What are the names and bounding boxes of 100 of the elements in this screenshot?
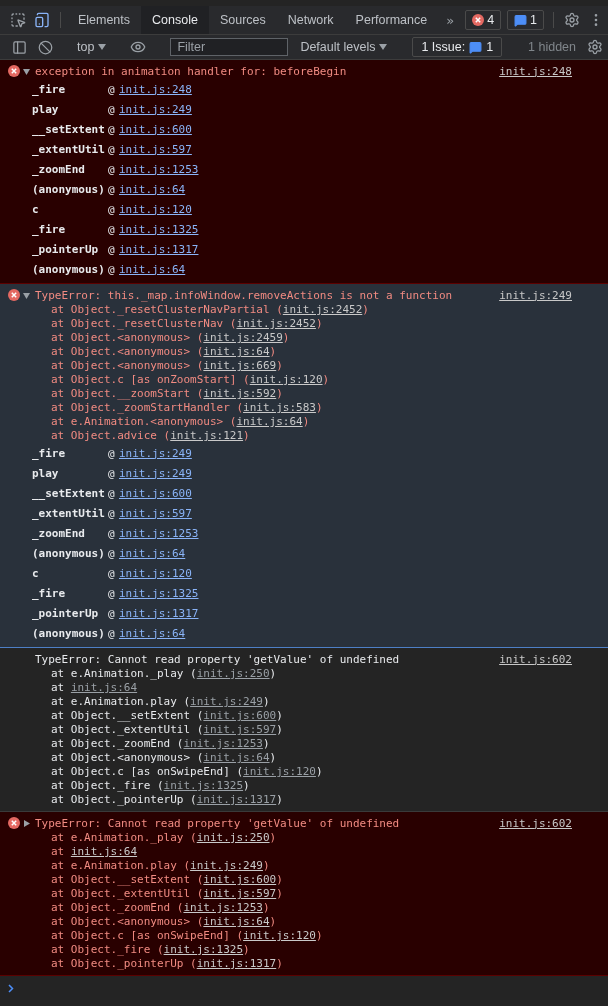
frame-link[interactable]: init.js:64 xyxy=(119,546,186,560)
stack-link[interactable]: init.js:120 xyxy=(243,765,316,778)
at-symbol: @ xyxy=(108,202,116,216)
expand-caret-icon[interactable] xyxy=(23,819,30,827)
at-symbol: @ xyxy=(108,222,116,236)
source-link[interactable]: init.js:602 xyxy=(499,816,572,830)
at-symbol: @ xyxy=(108,606,116,620)
frame-link[interactable]: init.js:1317 xyxy=(119,606,199,620)
issues-button[interactable]: 1 Issue: 1 xyxy=(412,37,503,57)
panel-tab[interactable]: Performance xyxy=(344,6,439,34)
stack-line: at Object._extentUtil (init.js:597) xyxy=(50,887,284,901)
frame-name: _zoomEnd xyxy=(32,526,86,540)
frame-link[interactable]: init.js:120 xyxy=(119,202,192,216)
stack-link[interactable]: init.js:64 xyxy=(70,845,138,858)
message-count-badge[interactable]: 1 xyxy=(507,10,545,30)
stack-link[interactable]: init.js:64 xyxy=(203,915,270,928)
message-text: TypeError: Cannot read property 'getValue' of undefined xyxy=(35,816,401,830)
stack-link[interactable]: init.js:597 xyxy=(203,887,277,900)
stack-link[interactable]: init.js:121 xyxy=(170,429,244,442)
console-message[interactable] xyxy=(0,284,608,648)
at-symbol: @ xyxy=(108,82,116,96)
stack-line: at Object._zoomEnd (init.js:1253) xyxy=(50,901,271,915)
stack-link[interactable]: init.js:1317 xyxy=(196,957,277,970)
stack-line: at Object.<anonymous> (init.js:669) xyxy=(50,359,284,373)
message-text: TypeError: this._map.infoWindow.removeActions is not a function xyxy=(35,288,454,302)
error-icon xyxy=(8,817,20,829)
frame-link[interactable]: init.js:249 xyxy=(119,102,192,116)
error-count-badge[interactable]: 4 xyxy=(465,10,502,30)
frame-link[interactable]: init.js:249 xyxy=(119,466,192,480)
frame-link[interactable]: init.js:248 xyxy=(119,82,192,96)
at-symbol: @ xyxy=(108,446,116,460)
stack-line: at e.Animation.<anonymous> (init.js:64) xyxy=(50,415,311,429)
frame-name: (anonymous) xyxy=(32,626,106,640)
frame-link[interactable]: init.js:1325 xyxy=(119,222,199,236)
frame-link[interactable]: init.js:1325 xyxy=(119,586,199,600)
frame-link[interactable]: init.js:600 xyxy=(119,486,192,500)
panel-tab[interactable]: Network xyxy=(276,6,345,34)
stack-link[interactable]: init.js:120 xyxy=(243,929,316,942)
source-link[interactable]: init.js:249 xyxy=(499,288,572,302)
stack-link[interactable]: init.js:669 xyxy=(203,359,277,372)
stack-link[interactable]: init.js:597 xyxy=(203,723,277,736)
stack-link[interactable]: init.js:64 xyxy=(236,415,303,428)
stack-line: at Object.__zoomStart (init.js:592) xyxy=(50,387,284,401)
stack-link[interactable]: init.js:2459 xyxy=(203,331,283,344)
stack-link[interactable]: init.js:600 xyxy=(203,873,277,886)
stack-link[interactable]: init.js:2452 xyxy=(236,317,316,330)
stack-line: at Object.<anonymous> (init.js:64) xyxy=(50,751,278,765)
message-icon xyxy=(469,40,483,54)
frame-name: c xyxy=(32,202,40,216)
stack-link[interactable]: init.js:1317 xyxy=(196,793,277,806)
stack-link[interactable]: init.js:250 xyxy=(196,667,270,680)
frame-link[interactable]: init.js:64 xyxy=(119,262,186,276)
frame-link[interactable]: init.js:600 xyxy=(119,122,192,136)
expand-caret-icon[interactable] xyxy=(23,67,30,75)
stack-link[interactable]: init.js:1325 xyxy=(163,943,244,956)
levels-dropdown[interactable]: Default levels xyxy=(294,40,394,54)
panel-tab[interactable]: Console xyxy=(141,6,209,34)
frame-link[interactable]: init.js:249 xyxy=(119,446,192,460)
expand-caret-icon[interactable] xyxy=(23,291,30,299)
stack-link[interactable]: init.js:2452 xyxy=(282,303,363,316)
frame-link[interactable]: init.js:1253 xyxy=(119,162,199,176)
stack-line: at Object._extentUtil (init.js:597) xyxy=(50,723,284,737)
frame-link[interactable]: init.js:597 xyxy=(119,506,192,520)
stack-link[interactable]: init.js:64 xyxy=(203,345,270,358)
context-dropdown[interactable]: top xyxy=(71,40,113,54)
frame-link[interactable]: init.js:64 xyxy=(119,182,186,196)
stack-link[interactable]: init.js:600 xyxy=(203,709,277,722)
frame-link[interactable]: init.js:64 xyxy=(119,626,186,640)
source-link[interactable]: init.js:248 xyxy=(499,64,572,78)
stack-link[interactable]: init.js:249 xyxy=(190,859,263,872)
stack-link[interactable]: init.js:249 xyxy=(190,695,263,708)
more-tabs-button[interactable]: » xyxy=(438,6,463,34)
stack-link[interactable]: init.js:592 xyxy=(203,387,277,400)
error-icon xyxy=(472,14,485,26)
stack-link[interactable]: init.js:1253 xyxy=(183,737,263,750)
stack-link[interactable]: init.js:1325 xyxy=(163,779,244,792)
stack-line: at Object._zoomEnd (init.js:1253) xyxy=(50,737,271,751)
frame-name: _fire xyxy=(32,82,67,96)
stack-link[interactable]: init.js:64 xyxy=(70,681,138,694)
panel-tab[interactable]: Sources xyxy=(208,6,277,34)
stack-link[interactable]: init.js:250 xyxy=(196,831,270,844)
at-symbol: @ xyxy=(108,242,116,256)
stack-link[interactable]: init.js:64 xyxy=(203,751,270,764)
stack-link[interactable]: init.js:120 xyxy=(249,373,323,386)
frame-name: _pointerUp xyxy=(32,242,100,256)
at-symbol: @ xyxy=(108,122,116,136)
frame-link[interactable]: init.js:1253 xyxy=(119,526,199,540)
source-link[interactable]: init.js:602 xyxy=(499,652,572,666)
console-message[interactable] xyxy=(0,812,608,976)
frame-link[interactable]: init.js:1317 xyxy=(119,242,199,256)
frame-link[interactable]: init.js:597 xyxy=(119,142,192,156)
stack-link[interactable]: init.js:1253 xyxy=(183,901,263,914)
filter-field[interactable]: Filter xyxy=(170,38,289,56)
frame-name: c xyxy=(32,566,40,580)
console-message[interactable] xyxy=(0,60,608,284)
frame-link[interactable]: init.js:120 xyxy=(119,566,192,580)
stack-link[interactable]: init.js:583 xyxy=(243,401,316,414)
stack-line: at Object._fire (init.js:1325) xyxy=(50,943,251,957)
frame-name: _fire xyxy=(32,222,67,236)
panel-tab[interactable]: Elements xyxy=(66,6,142,34)
